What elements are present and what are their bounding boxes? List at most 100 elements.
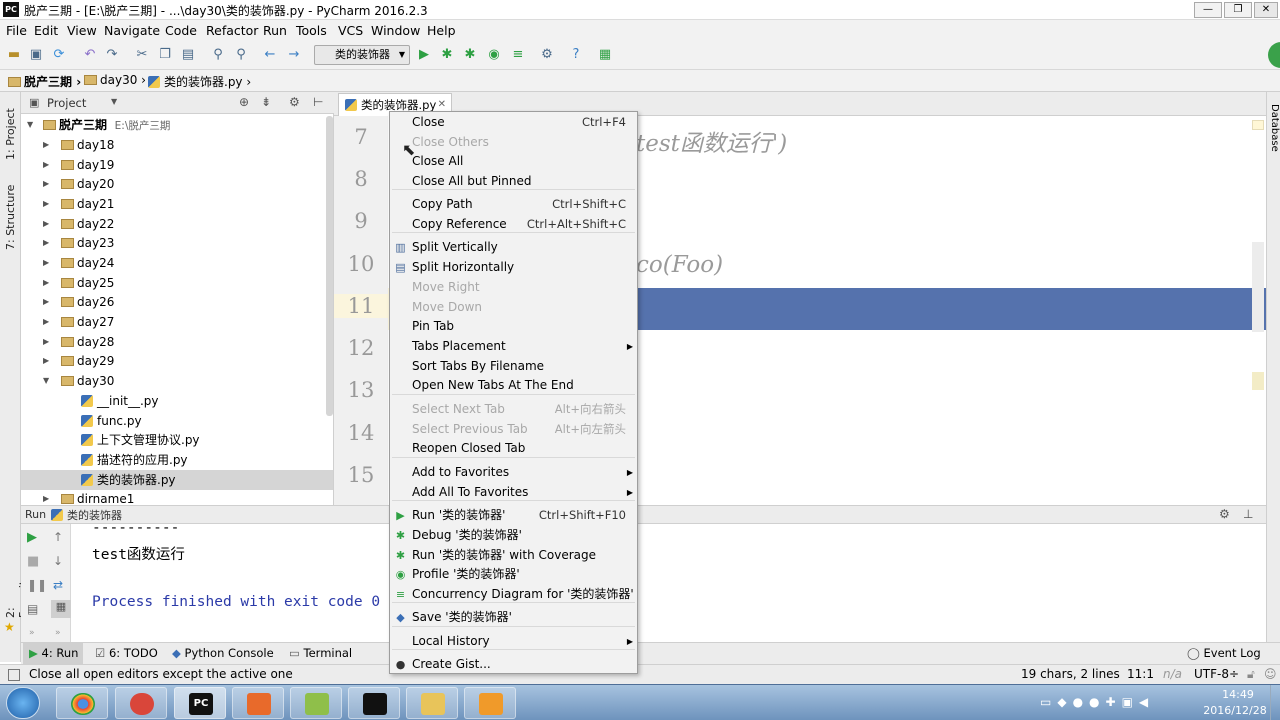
menu-item-add-all-to-favorites[interactable]: Add All To Favorites ▶ xyxy=(390,483,637,502)
taskbar-cmd[interactable] xyxy=(348,687,400,719)
tree-root[interactable]: ▼ 脱产三期 E:\脱产三期 xyxy=(21,115,333,135)
tree-folder-day25[interactable]: ▶ day25 xyxy=(21,273,333,293)
soft-wrap-icon[interactable]: ⇄ xyxy=(53,578,63,592)
tree-folder-partial[interactable]: ▶ dirname1 xyxy=(21,489,333,505)
update-badge-icon[interactable] xyxy=(1268,42,1280,68)
debug-icon[interactable]: ✱ xyxy=(439,47,455,63)
menu-item-close[interactable]: Close Ctrl+F4 xyxy=(390,113,637,132)
menu-file[interactable]: File xyxy=(6,23,27,38)
run-configuration-select[interactable]: 类的装饰器 ▼ xyxy=(314,45,410,65)
menu-item-pin-tab[interactable]: Pin Tab xyxy=(390,317,637,336)
pause-icon[interactable]: ❚❚ xyxy=(27,578,47,592)
hide-panel-icon[interactable]: ⊢ xyxy=(313,95,323,109)
menu-tools[interactable]: Tools xyxy=(296,23,327,38)
chevron-down-icon[interactable]: ▼ xyxy=(111,97,117,106)
gear-icon[interactable]: ⚙ xyxy=(289,95,300,109)
code-line-10[interactable]: co(Foo) xyxy=(636,252,723,278)
tab-python-console[interactable]: ◆ Python Console xyxy=(172,646,274,660)
open-folder-icon[interactable]: ▬ xyxy=(6,47,22,63)
stop-icon[interactable]: ■ xyxy=(27,554,39,569)
back-icon[interactable]: ← xyxy=(262,47,278,63)
tree-folder-day23[interactable]: ▶ day23 xyxy=(21,233,333,253)
file-encoding[interactable]: UTF-8÷ xyxy=(1194,667,1239,681)
menu-navigate[interactable]: Navigate xyxy=(104,23,160,38)
tree-folder-day27[interactable]: ▶ day27 xyxy=(21,312,333,332)
menu-item-tabs-placement[interactable]: Tabs Placement ▶ xyxy=(390,337,637,356)
tab-todo[interactable]: ☑ 6: TODO xyxy=(95,646,158,660)
menu-code[interactable]: Code xyxy=(165,23,197,38)
lock-icon[interactable]: 🔓︎ xyxy=(1247,667,1255,682)
menu-item-debug[interactable]: ✱ Debug '类的装饰器' xyxy=(390,526,637,545)
paste-icon[interactable]: ▤ xyxy=(180,47,196,63)
up-arrow-icon[interactable]: ↑ xyxy=(53,530,63,544)
taskbar-app[interactable] xyxy=(464,687,516,719)
tree-folder-day19[interactable]: ▶ day19 xyxy=(21,155,333,175)
down-arrow-icon[interactable]: ↓ xyxy=(53,554,63,568)
database-tool-button[interactable]: Database xyxy=(1269,104,1280,152)
menu-item-create-gist[interactable]: ● Create Gist... xyxy=(390,655,637,674)
run-icon[interactable]: ▶ xyxy=(416,47,432,63)
collapse-all-icon[interactable]: ⇟ xyxy=(261,95,271,109)
breadcrumb-file[interactable]: 类的装饰器.py › xyxy=(148,73,251,90)
menu-item-close-all-but-pinned[interactable]: Close All but Pinned xyxy=(390,172,637,191)
menu-vcs[interactable]: VCS xyxy=(338,23,363,38)
menu-item-add-to-favorites[interactable]: Add to Favorites ▶ xyxy=(390,463,637,482)
toggle-tool-windows-icon[interactable] xyxy=(8,669,20,681)
layout-icon[interactable]: ▤ xyxy=(27,602,38,616)
settings-icon[interactable]: ⚙ xyxy=(539,47,555,63)
sync-icon[interactable]: ⟳ xyxy=(51,47,67,63)
menu-item-profile[interactable]: ◉ Profile '类的装饰器' xyxy=(390,565,637,584)
forward-icon[interactable]: → xyxy=(286,47,302,63)
menu-item-local-history[interactable]: Local History ▶ xyxy=(390,632,637,651)
taskbar-pycharm[interactable]: PC xyxy=(174,687,226,719)
menu-item-concurrency-diagram-for[interactable]: ≡ Concurrency Diagram for '类的装饰器' xyxy=(390,585,637,604)
print-icon[interactable]: ▦ xyxy=(51,600,71,618)
breadcrumb-root[interactable]: 脱产三期 › xyxy=(8,73,81,90)
scroll-from-source-icon[interactable]: ⊕ xyxy=(239,95,249,109)
find-icon[interactable]: ⚲ xyxy=(210,47,226,63)
tree-file[interactable]: 上下文管理协议.py xyxy=(21,430,333,450)
show-desktop-button[interactable] xyxy=(1270,685,1280,720)
tree-folder-day24[interactable]: ▶ day24 xyxy=(21,253,333,273)
tree-file[interactable]: __init__.py xyxy=(21,391,333,411)
menu-help[interactable]: Help xyxy=(427,23,456,38)
tree-folder-day30[interactable]: ▼ day30 xyxy=(21,371,333,391)
menu-item-run[interactable]: ▶ Run '类的装饰器' Ctrl+Shift+F10 xyxy=(390,506,637,525)
menu-view[interactable]: View xyxy=(67,23,97,38)
menu-item-split-horizontally[interactable]: ▤ Split Horizontally xyxy=(390,258,637,277)
menu-item-copy-path[interactable]: Copy Path Ctrl+Shift+C xyxy=(390,195,637,214)
caret-position[interactable]: 11:1 xyxy=(1127,667,1154,681)
save-all-icon[interactable]: ▣ xyxy=(28,47,44,63)
code-line-7[interactable]: test函数运行') xyxy=(636,124,787,158)
system-tray-icons[interactable]: ▭◆●●✚▣◀ xyxy=(1040,695,1190,711)
event-log-button[interactable]: ◯ Event Log xyxy=(1187,646,1261,660)
start-button[interactable] xyxy=(6,687,40,719)
menu-item-sort-tabs-by-filename[interactable]: Sort Tabs By Filename xyxy=(390,357,637,376)
rerun-icon[interactable]: ▶ xyxy=(27,530,37,545)
more-icon[interactable]: » xyxy=(55,628,61,638)
tree-folder-day26[interactable]: ▶ day26 xyxy=(21,292,333,312)
menu-window[interactable]: Window xyxy=(371,23,420,38)
cut-icon[interactable]: ✂ xyxy=(134,47,150,63)
redo-icon[interactable]: ↷ xyxy=(104,47,120,63)
menu-item-copy-reference[interactable]: Copy Reference Ctrl+Alt+Shift+C xyxy=(390,215,637,234)
hide-panel-icon[interactable]: ⊥ xyxy=(1243,507,1253,521)
tree-folder-day22[interactable]: ▶ day22 xyxy=(21,214,333,234)
clock-date[interactable]: 2016/12/28 xyxy=(1200,704,1270,717)
vcs-icon[interactable]: ▦ xyxy=(597,47,613,63)
clock-time[interactable]: 14:49 xyxy=(1213,688,1263,701)
taskbar-explorer[interactable] xyxy=(406,687,458,719)
project-tool-button[interactable]: 1: Project xyxy=(4,100,17,160)
copy-icon[interactable]: ❐ xyxy=(157,47,173,63)
project-view-select[interactable]: Project xyxy=(47,96,86,110)
tab-run[interactable]: ▶ 4: Run xyxy=(23,643,83,664)
tree-file[interactable]: func.py xyxy=(21,411,333,431)
tree-folder-day20[interactable]: ▶ day20 xyxy=(21,174,333,194)
concurrency-icon[interactable]: ≡ xyxy=(510,47,526,63)
breadcrumb-day30[interactable]: day30 › xyxy=(84,73,146,87)
gear-icon[interactable]: ⚙ xyxy=(1219,507,1230,521)
more-icon[interactable]: » xyxy=(29,628,35,638)
taskbar-notepad[interactable] xyxy=(290,687,342,719)
profile-icon[interactable]: ◉ xyxy=(486,47,502,63)
replace-icon[interactable]: ⚲ xyxy=(233,47,249,63)
